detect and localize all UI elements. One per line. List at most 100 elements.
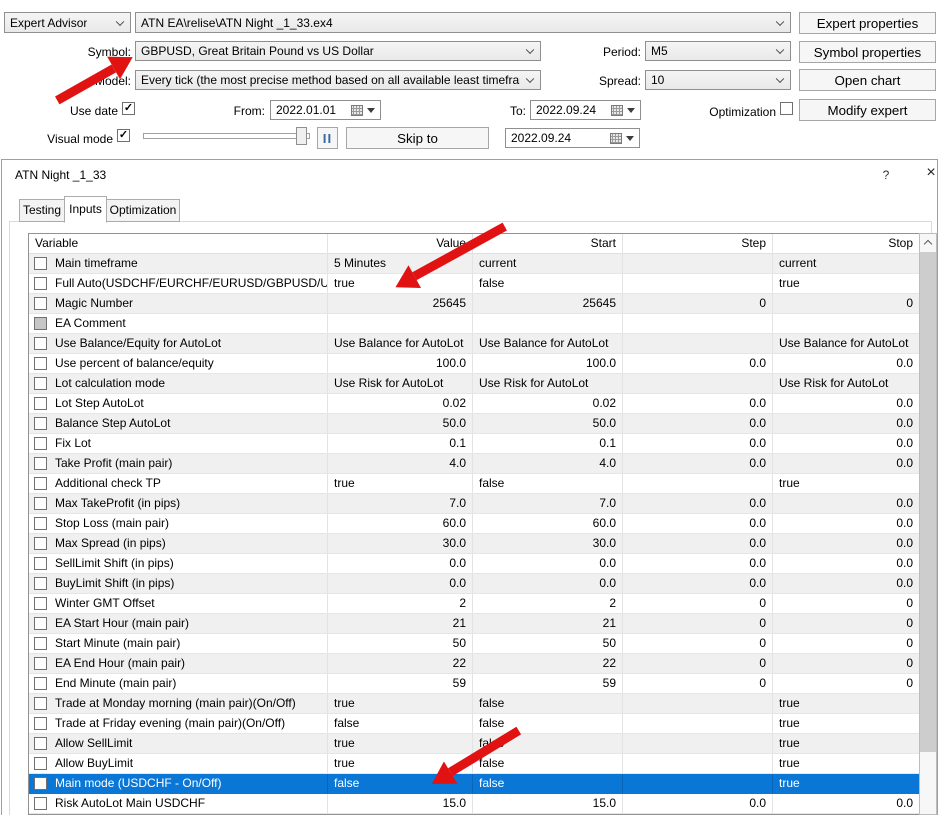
cell-stop: 0 xyxy=(772,614,919,633)
open-chart-button[interactable]: Open chart xyxy=(799,69,936,91)
tab-testing[interactable]: Testing xyxy=(19,199,65,222)
vertical-scrollbar[interactable] xyxy=(919,233,937,815)
column-header-start[interactable]: Start xyxy=(472,234,622,253)
to-date-value: 2022.09.24 xyxy=(536,103,596,117)
scrollbar-thumb[interactable] xyxy=(920,252,936,752)
row-checkbox[interactable] xyxy=(34,457,47,470)
cell-step xyxy=(622,274,772,293)
table-row[interactable]: Additional check TPtruefalsetrue xyxy=(29,474,919,494)
table-row[interactable]: End Minute (main pair)595900 xyxy=(29,674,919,694)
table-row[interactable]: Stop Loss (main pair)60.060.00.00.0 xyxy=(29,514,919,534)
row-checkbox[interactable] xyxy=(34,737,47,750)
to-date-field[interactable]: 2022.09.24 xyxy=(530,100,641,120)
expert-properties-button[interactable]: Expert properties xyxy=(799,12,936,34)
variable-label: Use percent of balance/equity xyxy=(55,354,214,373)
table-row[interactable]: Risk AutoLot Main USDCHF15.015.00.00.0 xyxy=(29,794,919,814)
row-checkbox[interactable] xyxy=(34,377,47,390)
row-checkbox[interactable] xyxy=(34,317,47,330)
cell-stop: true xyxy=(772,474,919,493)
scroll-up-icon[interactable] xyxy=(920,234,936,250)
table-row[interactable]: EA Start Hour (main pair)212100 xyxy=(29,614,919,634)
table-row[interactable]: Allow BuyLimittruefalsetrue xyxy=(29,754,919,774)
table-row[interactable]: Allow SellLimittruefalsetrue xyxy=(29,734,919,754)
table-row[interactable]: Use Balance/Equity for AutoLotUse Balanc… xyxy=(29,334,919,354)
row-checkbox[interactable] xyxy=(34,657,47,670)
cell-stop: 0.0 xyxy=(772,794,919,813)
table-row[interactable]: SellLimit Shift (in pips)0.00.00.00.0 xyxy=(29,554,919,574)
table-row[interactable]: Max Spread (in pips)30.030.00.00.0 xyxy=(29,534,919,554)
visual-mode-checkbox[interactable] xyxy=(117,129,130,142)
spread-combobox[interactable]: 10 xyxy=(645,70,791,90)
table-row[interactable]: Balance Step AutoLot50.050.00.00.0 xyxy=(29,414,919,434)
pause-button[interactable]: II xyxy=(317,127,338,149)
skip-to-button[interactable]: Skip to xyxy=(346,127,489,149)
symbol-properties-button[interactable]: Symbol properties xyxy=(799,41,936,63)
visual-speed-slider-thumb[interactable] xyxy=(296,127,307,145)
row-checkbox[interactable] xyxy=(34,717,47,730)
row-checkbox[interactable] xyxy=(34,757,47,770)
row-checkbox[interactable] xyxy=(34,577,47,590)
row-checkbox[interactable] xyxy=(34,797,47,810)
modify-expert-button[interactable]: Modify expert xyxy=(799,99,936,121)
row-checkbox[interactable] xyxy=(34,597,47,610)
row-checkbox[interactable] xyxy=(34,397,47,410)
table-row[interactable]: Main mode (USDCHF - On/Off)falsefalsetru… xyxy=(29,774,919,794)
model-combobox[interactable]: Every tick (the most precise method base… xyxy=(135,70,541,90)
row-checkbox[interactable] xyxy=(34,777,47,790)
row-checkbox[interactable] xyxy=(34,297,47,310)
cell-value: false xyxy=(327,714,472,733)
cell-step: 0 xyxy=(622,594,772,613)
table-row[interactable]: Full Auto(USDCHF/EURCHF/EURUSD/GBPUSD/US… xyxy=(29,274,919,294)
row-checkbox[interactable] xyxy=(34,617,47,630)
tab-inputs[interactable]: Inputs xyxy=(64,196,107,223)
table-row[interactable]: Lot Step AutoLot0.020.020.00.0 xyxy=(29,394,919,414)
column-header-step[interactable]: Step xyxy=(622,234,772,253)
row-checkbox[interactable] xyxy=(34,497,47,510)
table-row[interactable]: Start Minute (main pair)505000 xyxy=(29,634,919,654)
table-row[interactable]: EA End Hour (main pair)222200 xyxy=(29,654,919,674)
cell-value: true xyxy=(327,754,472,773)
help-button[interactable]: ? xyxy=(877,166,895,184)
table-row[interactable]: Max TakeProfit (in pips)7.07.00.00.0 xyxy=(29,494,919,514)
optimization-checkbox[interactable] xyxy=(780,102,793,115)
row-checkbox[interactable] xyxy=(34,517,47,530)
column-header-variable[interactable]: Variable xyxy=(29,234,327,253)
column-header-value[interactable]: Value xyxy=(327,234,472,253)
expert-advisor-selector[interactable]: Expert Advisor xyxy=(4,12,131,33)
row-checkbox[interactable] xyxy=(34,357,47,370)
visual-speed-slider-track[interactable] xyxy=(143,133,310,139)
row-checkbox[interactable] xyxy=(34,257,47,270)
table-row[interactable]: Trade at Monday morning (main pair)(On/O… xyxy=(29,694,919,714)
table-row[interactable]: Winter GMT Offset2200 xyxy=(29,594,919,614)
close-icon[interactable]: × xyxy=(922,164,939,182)
row-checkbox[interactable] xyxy=(34,277,47,290)
table-row[interactable]: Take Profit (main pair)4.04.00.00.0 xyxy=(29,454,919,474)
skip-to-date-field[interactable]: 2022.09.24 xyxy=(505,128,640,148)
from-date-field[interactable]: 2022.01.01 xyxy=(270,100,381,120)
row-checkbox[interactable] xyxy=(34,697,47,710)
table-row[interactable]: Use percent of balance/equity100.0100.00… xyxy=(29,354,919,374)
table-row[interactable]: Magic Number256452564500 xyxy=(29,294,919,314)
period-combobox[interactable]: M5 xyxy=(645,41,791,61)
table-row[interactable]: BuyLimit Shift (in pips)0.00.00.00.0 xyxy=(29,574,919,594)
table-row[interactable]: Trade at Friday evening (main pair)(On/O… xyxy=(29,714,919,734)
cell-stop: 0.0 xyxy=(772,494,919,513)
table-row[interactable]: Main timeframe5 Minutescurrentcurrent xyxy=(29,254,919,274)
table-row[interactable]: Lot calculation modeUse Risk for AutoLot… xyxy=(29,374,919,394)
column-header-stop[interactable]: Stop xyxy=(772,234,919,253)
expert-path-combobox[interactable]: ATN EA\relise\ATN Night _1_33.ex4 xyxy=(135,12,791,33)
cell-step: 0.0 xyxy=(622,534,772,553)
use-date-checkbox[interactable] xyxy=(122,102,135,115)
row-checkbox[interactable] xyxy=(34,677,47,690)
table-row[interactable]: Fix Lot0.10.10.00.0 xyxy=(29,434,919,454)
table-row[interactable]: EA Comment xyxy=(29,314,919,334)
row-checkbox[interactable] xyxy=(34,417,47,430)
row-checkbox[interactable] xyxy=(34,557,47,570)
tab-optimization[interactable]: Optimization xyxy=(106,199,180,222)
row-checkbox[interactable] xyxy=(34,437,47,450)
symbol-combobox[interactable]: GBPUSD, Great Britain Pound vs US Dollar xyxy=(135,41,541,61)
row-checkbox[interactable] xyxy=(34,477,47,490)
row-checkbox[interactable] xyxy=(34,637,47,650)
row-checkbox[interactable] xyxy=(34,337,47,350)
row-checkbox[interactable] xyxy=(34,537,47,550)
